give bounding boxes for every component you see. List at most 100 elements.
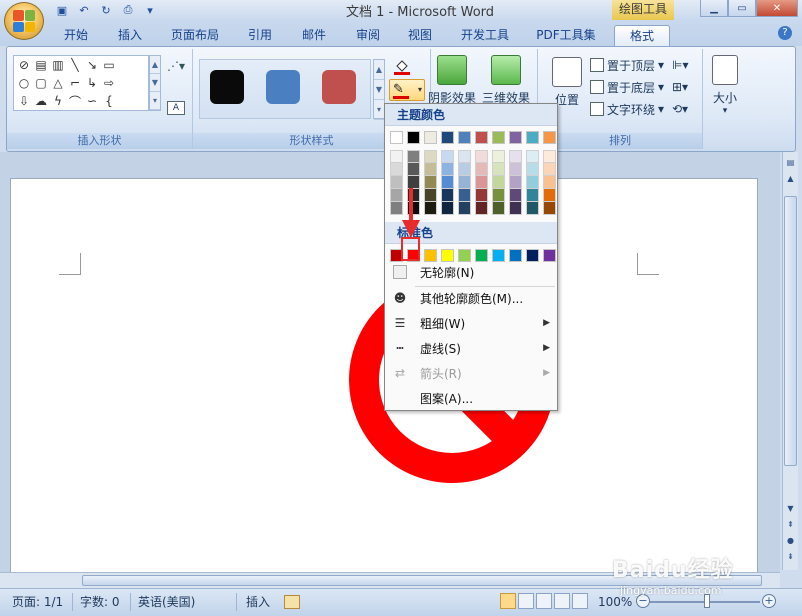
theme-color-swatch[interactable] xyxy=(407,131,420,144)
status-word-count[interactable]: 字数: 0 xyxy=(80,593,120,611)
theme-shade-swatch[interactable] xyxy=(543,202,556,215)
tab-references[interactable]: 引用 xyxy=(240,25,280,46)
rectangle-shape-icon[interactable]: ▭ xyxy=(102,58,116,72)
theme-shade-swatch[interactable] xyxy=(475,163,488,176)
theme-shade-swatch[interactable] xyxy=(458,150,471,163)
theme-color-swatch[interactable] xyxy=(458,131,471,144)
theme-shade-swatch[interactable] xyxy=(441,150,454,163)
scroll-up-icon[interactable]: ▲ xyxy=(784,172,797,185)
gallery-more-icon[interactable]: ▾ xyxy=(150,92,160,110)
3d-effects-button[interactable]: 三维效果 xyxy=(481,51,531,106)
style-swatch-black[interactable] xyxy=(210,70,244,104)
line-shape-icon[interactable]: ╲ xyxy=(68,58,82,72)
style-swatch-blue[interactable] xyxy=(266,70,300,104)
tab-developer[interactable]: 开发工具 xyxy=(454,25,516,46)
pattern-item[interactable]: 图案(A)... xyxy=(386,386,556,410)
down-arrow-shape-icon[interactable]: ⇩ xyxy=(17,94,31,108)
theme-color-swatch[interactable] xyxy=(441,131,454,144)
text-box-shape-icon[interactable]: ▤ xyxy=(34,58,48,72)
web-layout-view-icon[interactable] xyxy=(536,593,552,609)
size-button[interactable]: 大小 ▾ xyxy=(707,51,743,116)
style-swatch-red[interactable] xyxy=(322,70,356,104)
select-browse-object-icon[interactable]: ● xyxy=(784,534,797,547)
theme-shade-swatch[interactable] xyxy=(441,163,454,176)
theme-shade-swatch[interactable] xyxy=(441,202,454,215)
theme-color-swatch[interactable] xyxy=(509,131,522,144)
status-language[interactable]: 英语(美国) xyxy=(138,593,195,611)
macro-record-icon[interactable] xyxy=(284,595,300,609)
undo-icon[interactable]: ↶ xyxy=(76,2,92,18)
elbow-arrow-shape-icon[interactable]: ↳ xyxy=(85,76,99,90)
theme-shade-swatch[interactable] xyxy=(526,189,539,202)
edit-shape-icon[interactable]: ⋰▾ xyxy=(167,59,187,75)
status-insert-mode[interactable]: 插入 xyxy=(246,593,270,611)
theme-color-swatch[interactable] xyxy=(475,131,488,144)
theme-shade-swatch[interactable] xyxy=(424,202,437,215)
rotate-icon[interactable]: ⟲▾ xyxy=(672,99,688,119)
theme-shade-swatch[interactable] xyxy=(458,202,471,215)
bring-to-front-button[interactable]: 置于顶层 ▾ xyxy=(590,55,664,75)
ruler-toggle-icon[interactable]: ▤ xyxy=(784,156,797,169)
theme-color-swatch[interactable] xyxy=(543,131,556,144)
style-more-icon[interactable]: ▾ xyxy=(374,100,384,120)
brace-shape-icon[interactable]: { xyxy=(102,94,116,108)
style-scroll-down-icon[interactable]: ▼ xyxy=(374,80,384,100)
style-scroll-up-icon[interactable]: ▲ xyxy=(374,60,384,80)
redo-icon[interactable]: ↻ xyxy=(98,2,114,18)
tab-view[interactable]: 视图 xyxy=(400,25,440,46)
lightning-shape-icon[interactable]: ϟ xyxy=(51,94,65,108)
theme-shade-swatch[interactable] xyxy=(492,150,505,163)
shadow-effects-button[interactable]: 阴影效果 xyxy=(427,51,477,106)
shape-fill-icon[interactable] xyxy=(393,57,411,75)
more-outline-colors-item[interactable]: ☻ 其他轮廓颜色(M)... xyxy=(386,286,556,310)
theme-shade-swatch[interactable] xyxy=(543,189,556,202)
theme-shade-swatch[interactable] xyxy=(424,150,437,163)
theme-shade-swatch[interactable] xyxy=(526,163,539,176)
theme-shade-swatch[interactable] xyxy=(492,176,505,189)
theme-shade-swatch[interactable] xyxy=(492,189,505,202)
print-layout-view-icon[interactable] xyxy=(500,593,516,609)
previous-page-icon[interactable]: ⇞ xyxy=(784,518,797,531)
text-box-icon[interactable]: A xyxy=(167,101,185,115)
shapes-gallery[interactable]: ⊘ ▤ ▥ ╲ ↘ ▭ ○ ▢ △ ⌐ ↳ ⇨ ⇩ ☁ ϟ ⌒ ∽ { xyxy=(13,55,149,111)
shapes-gallery-scroll[interactable]: ▲ ▼ ▾ xyxy=(149,55,161,111)
theme-shade-swatch[interactable] xyxy=(441,189,454,202)
theme-shade-swatch[interactable] xyxy=(424,176,437,189)
theme-shade-swatch[interactable] xyxy=(407,150,420,163)
no-outline-item[interactable]: 无轮廓(N) xyxy=(386,260,556,284)
maximize-button[interactable]: ▭ xyxy=(728,0,756,17)
tab-pdf-tools[interactable]: PDF工具集 xyxy=(528,25,604,46)
theme-shade-swatch[interactable] xyxy=(424,163,437,176)
next-page-icon[interactable]: ⇟ xyxy=(784,550,797,563)
draft-view-icon[interactable] xyxy=(572,593,588,609)
scroll-down-icon[interactable]: ▼ xyxy=(784,502,797,515)
right-arrow-shape-icon[interactable]: ⇨ xyxy=(102,76,116,90)
theme-shade-swatch[interactable] xyxy=(475,202,488,215)
theme-shade-swatch[interactable] xyxy=(543,176,556,189)
theme-shade-swatch[interactable] xyxy=(475,189,488,202)
theme-shade-swatch[interactable] xyxy=(543,163,556,176)
no-symbol-shape-icon[interactable]: ⊘ xyxy=(17,58,31,72)
theme-shade-swatch[interactable] xyxy=(526,176,539,189)
print-preview-icon[interactable]: ⎙ xyxy=(120,2,136,18)
tab-mailings[interactable]: 邮件 xyxy=(294,25,334,46)
weight-item[interactable]: ☰ 粗细(W) ▶ xyxy=(386,311,556,335)
curve-shape-icon[interactable]: ∽ xyxy=(85,94,99,108)
shape-style-gallery[interactable] xyxy=(199,59,371,119)
arc-shape-icon[interactable]: ⌒ xyxy=(68,94,82,109)
theme-color-swatch[interactable] xyxy=(492,131,505,144)
outline-view-icon[interactable] xyxy=(554,593,570,609)
theme-shade-swatch[interactable] xyxy=(458,163,471,176)
theme-shade-swatch[interactable] xyxy=(509,150,522,163)
theme-shade-swatch[interactable] xyxy=(526,202,539,215)
arrows-item[interactable]: ⇄ 箭头(R) ▶ xyxy=(386,361,556,385)
theme-shade-swatch[interactable] xyxy=(458,176,471,189)
group-objects-icon[interactable]: ⊞▾ xyxy=(672,77,688,97)
shape-outline-button[interactable]: ✎ ▾ xyxy=(389,79,425,101)
cloud-shape-icon[interactable]: ☁ xyxy=(34,94,48,108)
theme-shade-swatch[interactable] xyxy=(475,150,488,163)
status-page[interactable]: 页面: 1/1 xyxy=(12,593,63,611)
theme-shade-swatch[interactable] xyxy=(526,150,539,163)
dashes-item[interactable]: ┅ 虚线(S) ▶ xyxy=(386,336,556,360)
vertical-text-box-shape-icon[interactable]: ▥ xyxy=(51,58,65,72)
